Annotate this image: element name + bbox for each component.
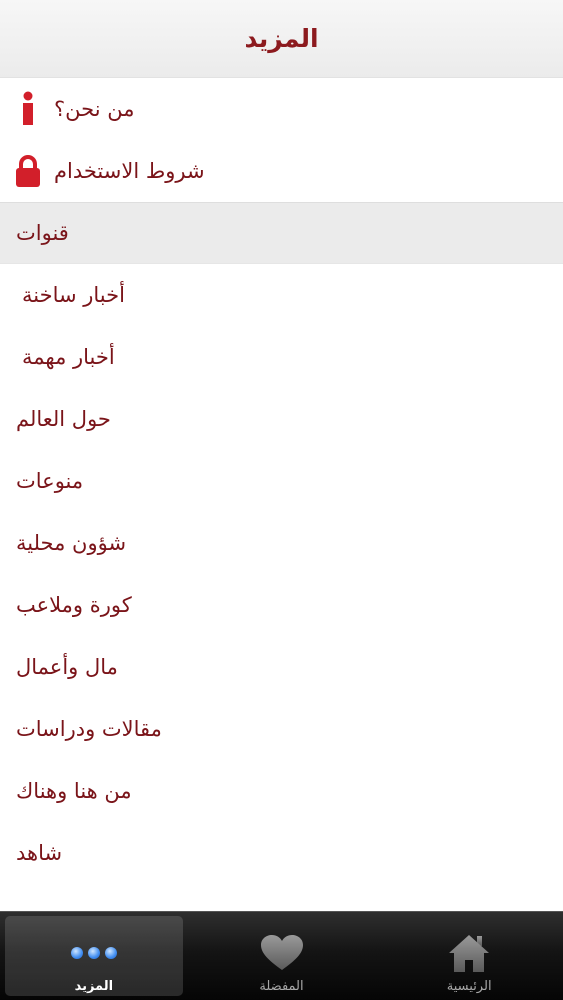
channel-item[interactable]: مال وأعمال xyxy=(0,636,563,698)
channel-label: مقالات ودراسات xyxy=(16,717,162,741)
tab-more[interactable]: المزيد xyxy=(0,912,188,1000)
channel-item[interactable]: مقالات ودراسات xyxy=(0,698,563,760)
channel-label: شاهد xyxy=(16,841,63,865)
page-title: المزيد xyxy=(244,24,319,53)
channel-label: شؤون محلية xyxy=(16,531,127,555)
tab-favorites[interactable]: المفضلة xyxy=(188,912,376,1000)
channel-label: كورة وملاعب xyxy=(16,593,132,617)
home-icon xyxy=(448,933,490,973)
menu-list: من نحن؟ شروط الاستخدام قنوات أخبار ساخنة… xyxy=(0,78,563,884)
menu-item-terms[interactable]: شروط الاستخدام xyxy=(0,140,563,202)
channel-item[interactable]: حول العالم xyxy=(0,388,563,450)
channel-item[interactable]: أخبار مهمة xyxy=(0,326,563,388)
channel-item[interactable]: شاهد xyxy=(0,822,563,884)
channel-label: حول العالم xyxy=(16,407,111,431)
menu-item-label: شروط الاستخدام xyxy=(54,159,205,183)
tab-label: المفضلة xyxy=(259,979,304,994)
section-header-label: قنوات xyxy=(16,221,69,245)
tab-label: المزيد xyxy=(74,979,114,994)
channel-item[interactable]: منوعات xyxy=(0,450,563,512)
channel-label: أخبار ساخنة xyxy=(22,283,125,307)
channel-label: أخبار مهمة xyxy=(22,345,115,369)
menu-item-label: من نحن؟ xyxy=(54,97,135,121)
tab-bar: المزيد المفضلة الرئيسية xyxy=(0,911,563,1000)
navigation-bar: المزيد xyxy=(0,0,563,78)
channel-label: مال وأعمال xyxy=(16,655,118,679)
more-dots-icon xyxy=(70,933,117,973)
channel-item[interactable]: كورة وملاعب xyxy=(0,574,563,636)
tab-label: الرئيسية xyxy=(446,979,492,994)
channel-label: منوعات xyxy=(16,469,84,493)
channel-item[interactable]: شؤون محلية xyxy=(0,512,563,574)
channel-label: من هنا وهناك xyxy=(16,779,132,803)
tab-home[interactable]: الرئيسية xyxy=(375,912,563,1000)
heart-icon xyxy=(260,933,304,973)
channel-item[interactable]: أخبار ساخنة xyxy=(0,264,563,326)
menu-item-about[interactable]: من نحن؟ xyxy=(0,78,563,140)
section-header-channels: قنوات xyxy=(0,202,563,264)
lock-icon xyxy=(10,154,46,188)
info-icon xyxy=(10,91,46,127)
channel-item[interactable]: من هنا وهناك xyxy=(0,760,563,822)
